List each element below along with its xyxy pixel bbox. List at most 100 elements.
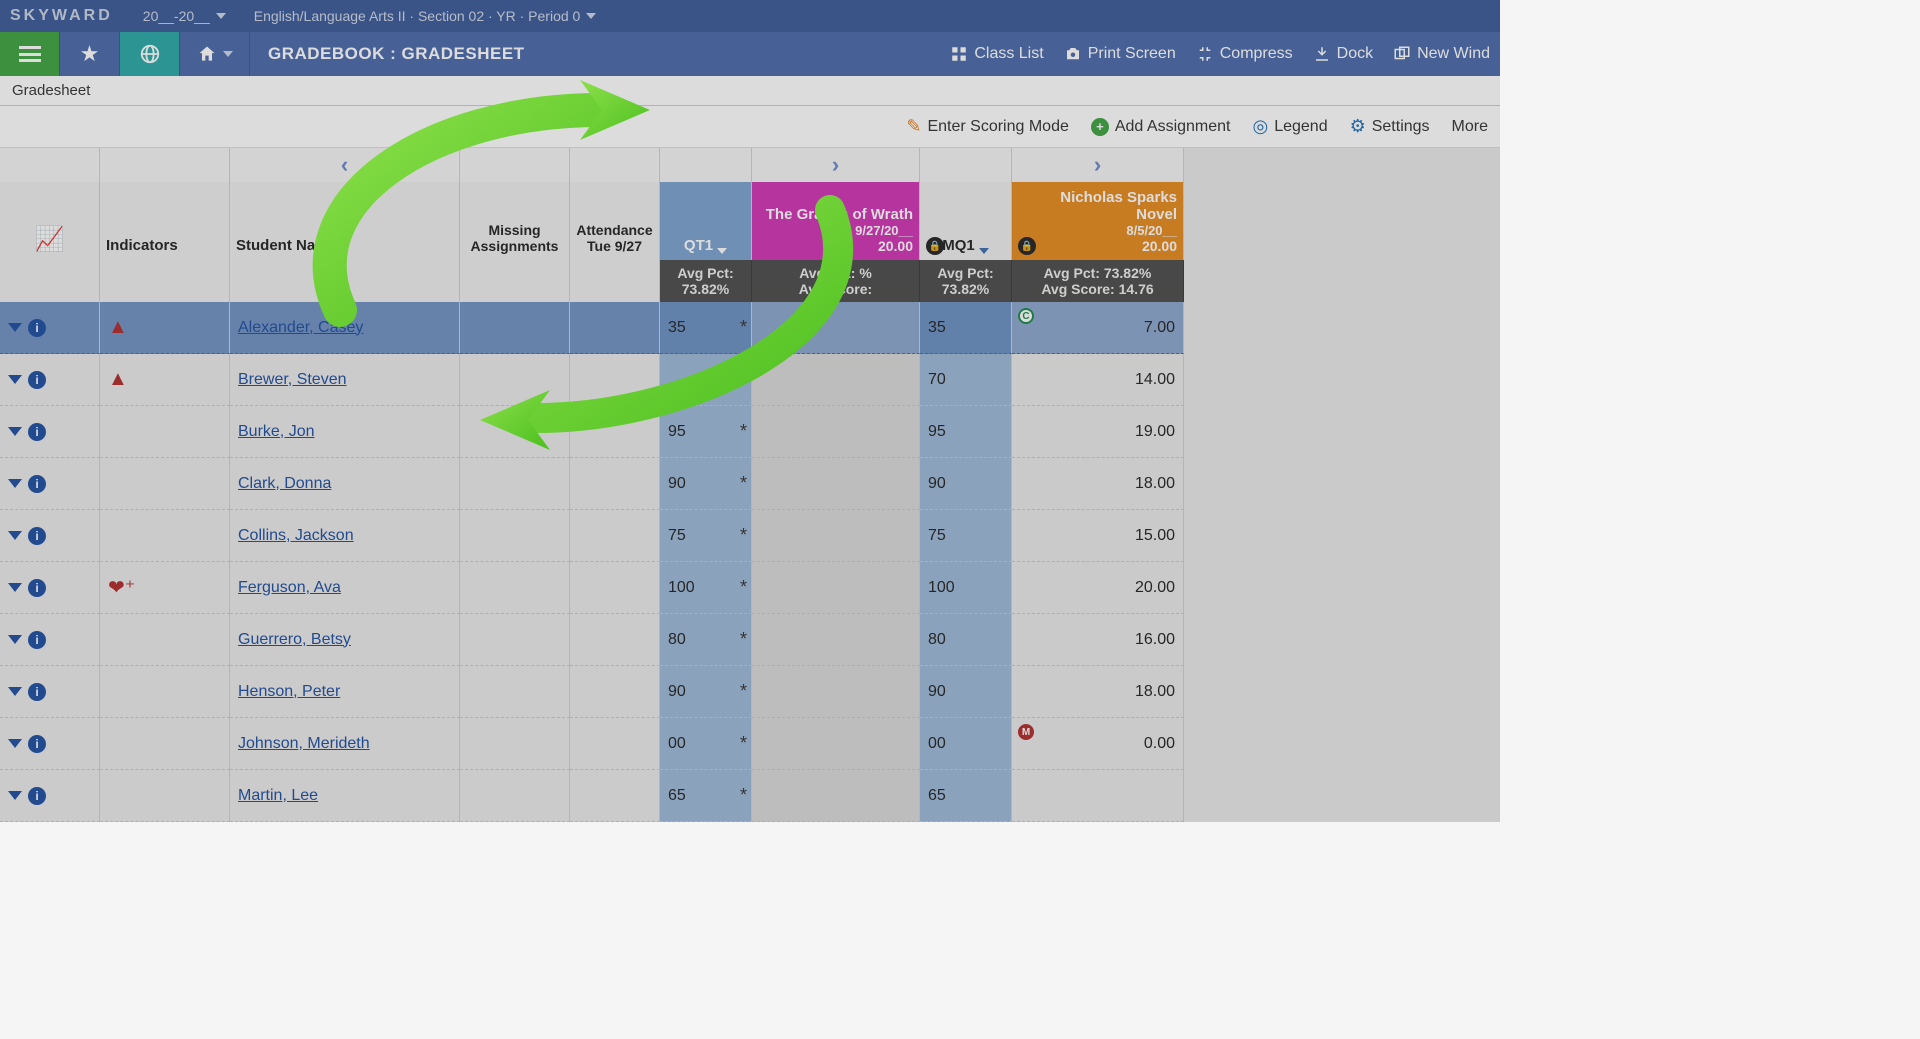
student-cell[interactable]: Clark, Donna [230,458,460,510]
qt1-cell[interactable]: 90 [660,458,752,510]
home-button[interactable] [180,32,250,76]
row-expand[interactable]: i [0,510,100,562]
assignment-2-cell[interactable]: M0.00 [1012,718,1184,770]
assignment-2-cell[interactable]: 18.00 [1012,666,1184,718]
class-list-button[interactable]: Class List [950,45,1043,63]
student-cell[interactable]: Johnson, Merideth [230,718,460,770]
student-cell[interactable]: Ferguson, Ava [230,562,460,614]
mq1-cell[interactable]: 75 [920,510,1012,562]
assignment-2-cell[interactable]: 20.00 [1012,562,1184,614]
student-cell[interactable]: Collins, Jackson [230,510,460,562]
year-selector[interactable]: 20__-20__ [143,8,226,24]
student-link[interactable]: Martin, Lee [238,787,318,805]
assignment-1-cell[interactable]: * [752,666,920,718]
student-link[interactable]: Brewer, Steven [238,371,347,389]
qt1-cell[interactable]: 100 [660,562,752,614]
more-button[interactable]: More [1452,118,1488,136]
mq1-cell[interactable]: 35 [920,302,1012,354]
student-cell[interactable]: Guerrero, Betsy [230,614,460,666]
qt1-cell[interactable]: 90 [660,666,752,718]
assignment-1-cell[interactable]: * [752,510,920,562]
row-expand[interactable]: i [0,718,100,770]
mq1-cell[interactable]: 80 [920,614,1012,666]
assignment-1-cell[interactable]: * [752,302,920,354]
row-expand[interactable]: i [0,614,100,666]
qt1-cell[interactable]: 35 [660,302,752,354]
mq1-cell[interactable]: 90 [920,458,1012,510]
assignment-1-cell[interactable]: * [752,458,920,510]
assignment-2-cell[interactable]: C7.00 [1012,302,1184,354]
favorites-button[interactable]: ★ [60,32,120,76]
assignment-2-cell[interactable]: 16.00 [1012,614,1184,666]
mq1-header[interactable]: MQ1 🔒 [920,182,1012,260]
student-link[interactable]: Clark, Donna [238,475,331,493]
assignment-2-cell[interactable]: 18.00 [1012,458,1184,510]
assignment-1-cell[interactable]: * [752,354,920,406]
student-cell[interactable]: Alexander, Casey [230,302,460,354]
qt1-cell[interactable]: 65 [660,770,752,822]
legend-button[interactable]: ◎ Legend [1252,116,1327,137]
mq1-cell[interactable]: 00 [920,718,1012,770]
qt1-cell[interactable] [660,354,752,406]
camera-icon [1064,45,1082,63]
attendance-header[interactable]: Attendance Tue 9/27 [570,182,660,260]
assignment-1-cell[interactable]: * [752,562,920,614]
student-cell[interactable]: Burke, Jon [230,406,460,458]
mq1-cell[interactable]: 70 [920,354,1012,406]
enter-scoring-button[interactable]: ✎ Enter Scoring Mode [906,116,1069,137]
row-expand[interactable]: i [0,406,100,458]
new-window-button[interactable]: New Wind [1393,45,1490,63]
student-link[interactable]: Guerrero, Betsy [238,631,351,649]
qt1-cell[interactable]: 75 [660,510,752,562]
compress-button[interactable]: Compress [1196,45,1293,63]
row-expand[interactable]: i [0,666,100,718]
assignment-2-cell[interactable]: 14.00 [1012,354,1184,406]
course-selector[interactable]: English/Language Arts II · Section 02 · … [254,8,597,24]
assignment-1-cell[interactable]: * [752,718,920,770]
next-assignment-1[interactable]: › [752,148,920,182]
settings-button[interactable]: ⚙ Settings [1350,116,1430,137]
next-assignment-2[interactable]: › [1012,148,1184,182]
student-link[interactable]: Ferguson, Ava [238,579,341,597]
qt1-cell[interactable]: 80 [660,614,752,666]
mq1-cell[interactable]: 100 [920,562,1012,614]
assignment-2-header[interactable]: Nicholas Sparks Novel 8/5/20__ 20.00 🔒 [1012,182,1184,260]
assignment-2-cell[interactable]: 15.00 [1012,510,1184,562]
qt1-cell[interactable]: 00 [660,718,752,770]
student-name-header[interactable]: ↑ Student Name [230,182,460,260]
assignment-2-cell[interactable] [1012,770,1184,822]
qt1-header[interactable]: QT1 [660,182,752,260]
mq1-cell[interactable]: 65 [920,770,1012,822]
qt1-cell[interactable]: 95 [660,406,752,458]
assignment-2-cell[interactable]: 19.00 [1012,406,1184,458]
mq1-cell[interactable]: 90 [920,666,1012,718]
menu-button[interactable] [0,32,60,76]
student-link[interactable]: Burke, Jon [238,423,314,441]
assignment-1-header[interactable]: The Grapes of Wrath 9/27/20__ 20.00 [752,182,920,260]
trends-header[interactable]: 📈 [0,182,100,260]
row-expand[interactable]: i [0,354,100,406]
add-assignment-button[interactable]: + Add Assignment [1091,118,1231,136]
prev-student-page[interactable]: ‹ [230,148,460,182]
dock-button[interactable]: Dock [1313,45,1373,63]
indicator-cell: ❤⁺ [100,562,230,614]
assignment-1-cell[interactable]: * [752,614,920,666]
row-expand[interactable]: i [0,458,100,510]
row-expand[interactable]: i [0,302,100,354]
student-cell[interactable]: Henson, Peter [230,666,460,718]
student-cell[interactable]: Brewer, Steven [230,354,460,406]
student-link[interactable]: Henson, Peter [238,683,340,701]
row-expand[interactable]: i [0,770,100,822]
missing-header[interactable]: Missing Assignments [460,182,570,260]
assignment-1-cell[interactable]: * [752,406,920,458]
mq1-cell[interactable]: 95 [920,406,1012,458]
indicators-header[interactable]: Indicators [100,182,230,260]
student-link[interactable]: Collins, Jackson [238,527,354,545]
student-cell[interactable]: Martin, Lee [230,770,460,822]
student-link[interactable]: Johnson, Merideth [238,735,370,753]
student-link[interactable]: Alexander, Casey [238,319,363,337]
assignment-1-cell[interactable]: * [752,770,920,822]
globe-button[interactable] [120,32,180,76]
row-expand[interactable]: i [0,562,100,614]
print-screen-button[interactable]: Print Screen [1064,45,1176,63]
